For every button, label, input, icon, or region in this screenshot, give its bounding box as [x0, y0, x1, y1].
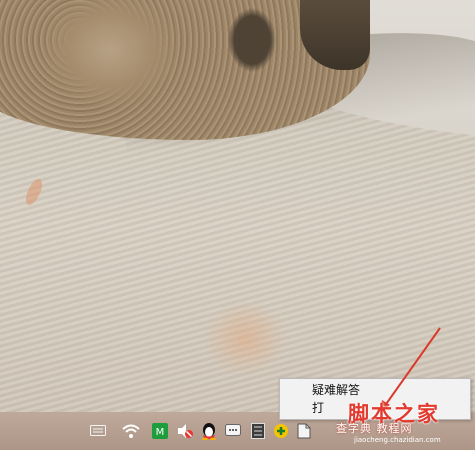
desktop-wallpaper — [0, 0, 475, 412]
menu-item-troubleshoot[interactable]: 疑难解答 — [280, 381, 470, 399]
document-icon[interactable] — [295, 422, 313, 440]
volume-muted-icon[interactable] — [176, 422, 194, 440]
green-app-icon[interactable]: M — [151, 422, 169, 440]
yellow-plus-icon[interactable] — [272, 422, 290, 440]
message-icon[interactable] — [224, 422, 242, 440]
sand-spot — [22, 176, 46, 208]
keyboard-icon[interactable] — [89, 422, 107, 440]
qq-penguin-icon[interactable] — [200, 422, 218, 440]
wifi-icon[interactable] — [122, 422, 140, 440]
watermark-url: jiaocheng.chazidian.com — [354, 436, 441, 444]
watermark-subtitle: 查字典 教程网 — [336, 422, 413, 435]
network-device-icon[interactable] — [249, 422, 267, 440]
svg-text:M: M — [156, 427, 165, 438]
